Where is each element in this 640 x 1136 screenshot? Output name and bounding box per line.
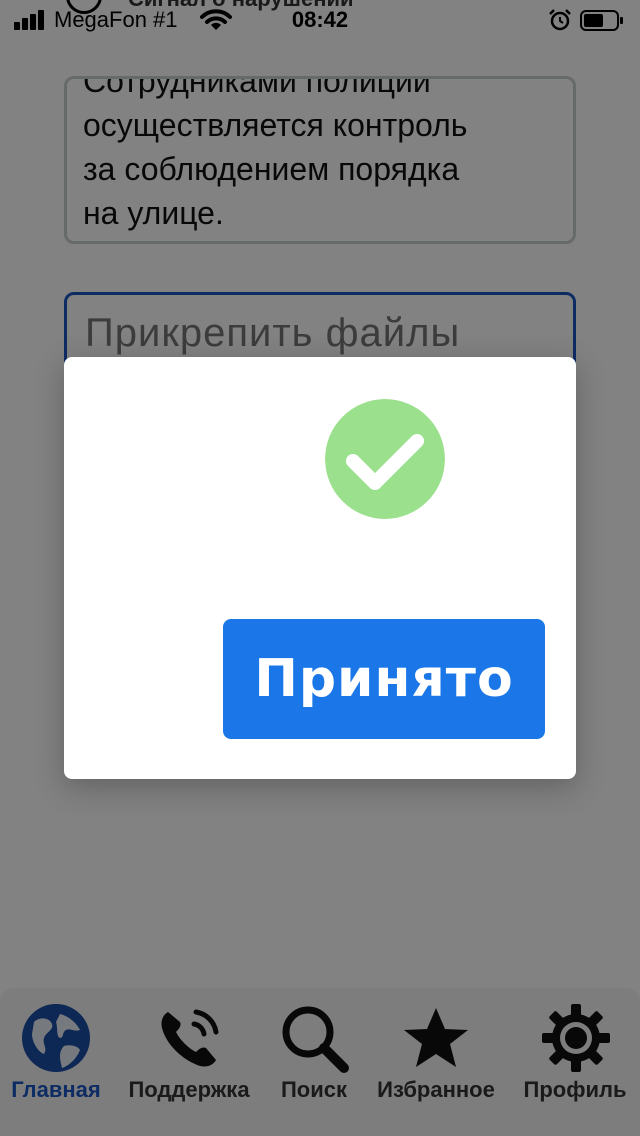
check-circle-icon	[325, 399, 445, 519]
success-dialog: Принято	[64, 357, 576, 779]
accept-button[interactable]: Принято	[223, 619, 545, 739]
